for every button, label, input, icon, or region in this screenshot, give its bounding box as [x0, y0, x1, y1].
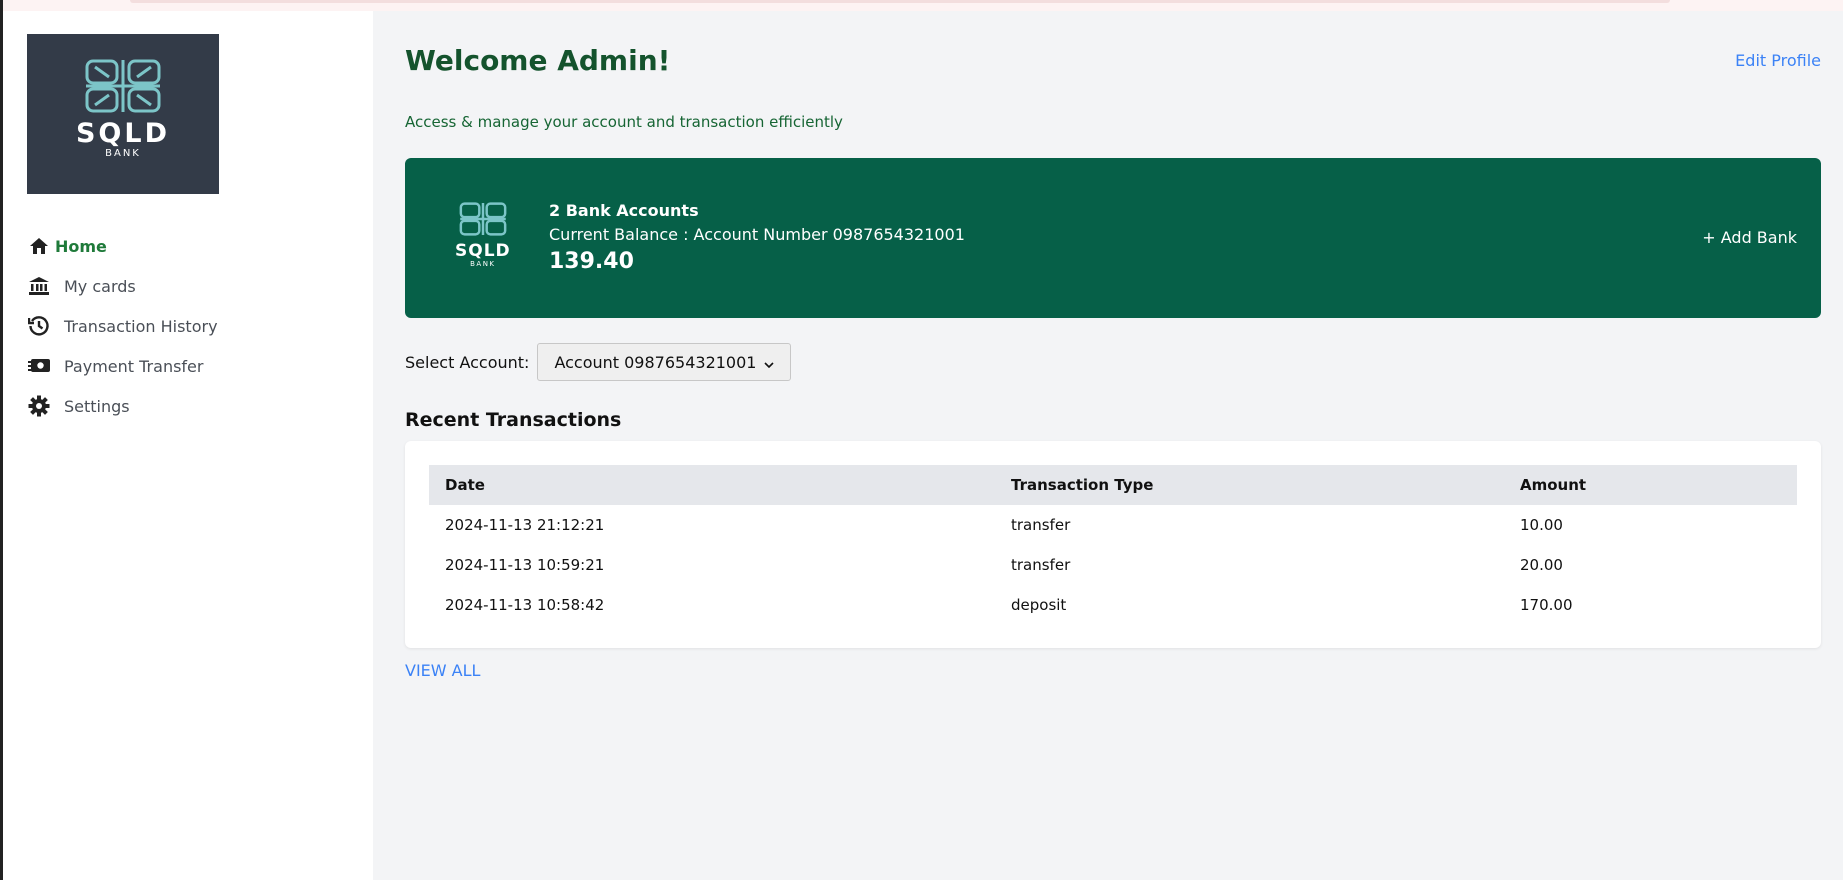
- cell-date: 2024-11-13 10:59:21: [445, 556, 605, 574]
- bank-icon: [27, 274, 51, 298]
- sidebar-item-label: My cards: [64, 276, 136, 296]
- logo-subtitle: BANK: [470, 260, 496, 268]
- money-transfer-icon: [27, 354, 51, 378]
- transactions-card: Date Transaction Type Amount 2024-11-13 …: [405, 441, 1821, 648]
- table-header: Date Transaction Type Amount: [429, 465, 1797, 505]
- transactions-table: Date Transaction Type Amount 2024-11-13 …: [429, 465, 1797, 625]
- sidebar-nav: Home My cards Transaction History Paymen…: [27, 226, 218, 426]
- logo-pattern-icon: [459, 202, 507, 236]
- logo-wordmark: SQLD: [75, 118, 170, 149]
- history-icon: [27, 314, 51, 338]
- cell-amount: 20.00: [1520, 556, 1563, 574]
- logo-wordmark: SQLD: [455, 241, 511, 261]
- cell-type: transfer: [1011, 556, 1071, 574]
- cell-type: deposit: [1011, 596, 1067, 614]
- add-bank-button[interactable]: + Add Bank: [1702, 228, 1797, 247]
- column-header-date: Date: [445, 476, 485, 494]
- bank-accounts-count: 2 Bank Accounts: [549, 201, 699, 220]
- sidebar-item-label: Transaction History: [64, 316, 218, 336]
- account-select-value: Account 0987654321001: [554, 352, 757, 372]
- sidebar-item-label: Settings: [64, 396, 130, 416]
- cell-type: transfer: [1011, 516, 1071, 534]
- sidebar-item-payment-transfer[interactable]: Payment Transfer: [27, 346, 218, 386]
- chevron-down-icon: [764, 353, 775, 372]
- column-header-amount: Amount: [1520, 476, 1587, 494]
- logo-subtitle: BANK: [105, 148, 141, 159]
- edit-profile-link[interactable]: Edit Profile: [1735, 51, 1821, 70]
- cell-date: 2024-11-13 10:58:42: [445, 596, 605, 614]
- top-bar-pill: [130, 0, 1670, 3]
- bank-summary-card: SQLD BANK 2 Bank Accounts Current Balanc…: [405, 158, 1821, 318]
- account-select[interactable]: Account 0987654321001: [537, 343, 792, 381]
- current-balance-label: Current Balance : Account Number 0987654…: [549, 225, 965, 244]
- cell-amount: 170.00: [1520, 596, 1573, 614]
- page-title: Welcome Admin!: [405, 44, 671, 77]
- bank-logo[interactable]: SQLD BANK: [27, 34, 219, 194]
- logo-pattern-icon: [85, 59, 161, 113]
- table-row: 2024-11-13 21:12:21 transfer 10.00: [429, 505, 1797, 545]
- sidebar: SQLD BANK Home My cards Transaction Hist…: [3, 11, 373, 880]
- sidebar-item-label: Home: [55, 236, 107, 256]
- view-all-link[interactable]: VIEW ALL: [405, 661, 480, 680]
- page-subtitle: Access & manage your account and transac…: [405, 113, 843, 131]
- current-balance-amount: 139.40: [549, 249, 634, 274]
- cell-date: 2024-11-13 21:12:21: [445, 516, 605, 534]
- browser-top-bar: [0, 0, 1843, 11]
- table-row: 2024-11-13 10:58:42 deposit 170.00: [429, 585, 1797, 625]
- sidebar-item-settings[interactable]: Settings: [27, 386, 218, 426]
- column-header-type: Transaction Type: [1011, 476, 1154, 494]
- sidebar-item-label: Payment Transfer: [64, 356, 204, 376]
- table-row: 2024-11-13 10:59:21 transfer 20.00: [429, 545, 1797, 585]
- recent-transactions-title: Recent Transactions: [405, 409, 622, 431]
- sidebar-item-home[interactable]: Home: [27, 226, 218, 266]
- sidebar-item-transaction-history[interactable]: Transaction History: [27, 306, 218, 346]
- account-select-label: Select Account:: [405, 352, 530, 372]
- bank-card-logo: SQLD BANK: [455, 198, 511, 268]
- cell-amount: 10.00: [1520, 516, 1563, 534]
- home-icon: [27, 234, 51, 258]
- gear-icon: [27, 394, 51, 418]
- sidebar-item-my-cards[interactable]: My cards: [27, 266, 218, 306]
- account-select-row: Select Account: Account 0987654321001: [405, 343, 792, 381]
